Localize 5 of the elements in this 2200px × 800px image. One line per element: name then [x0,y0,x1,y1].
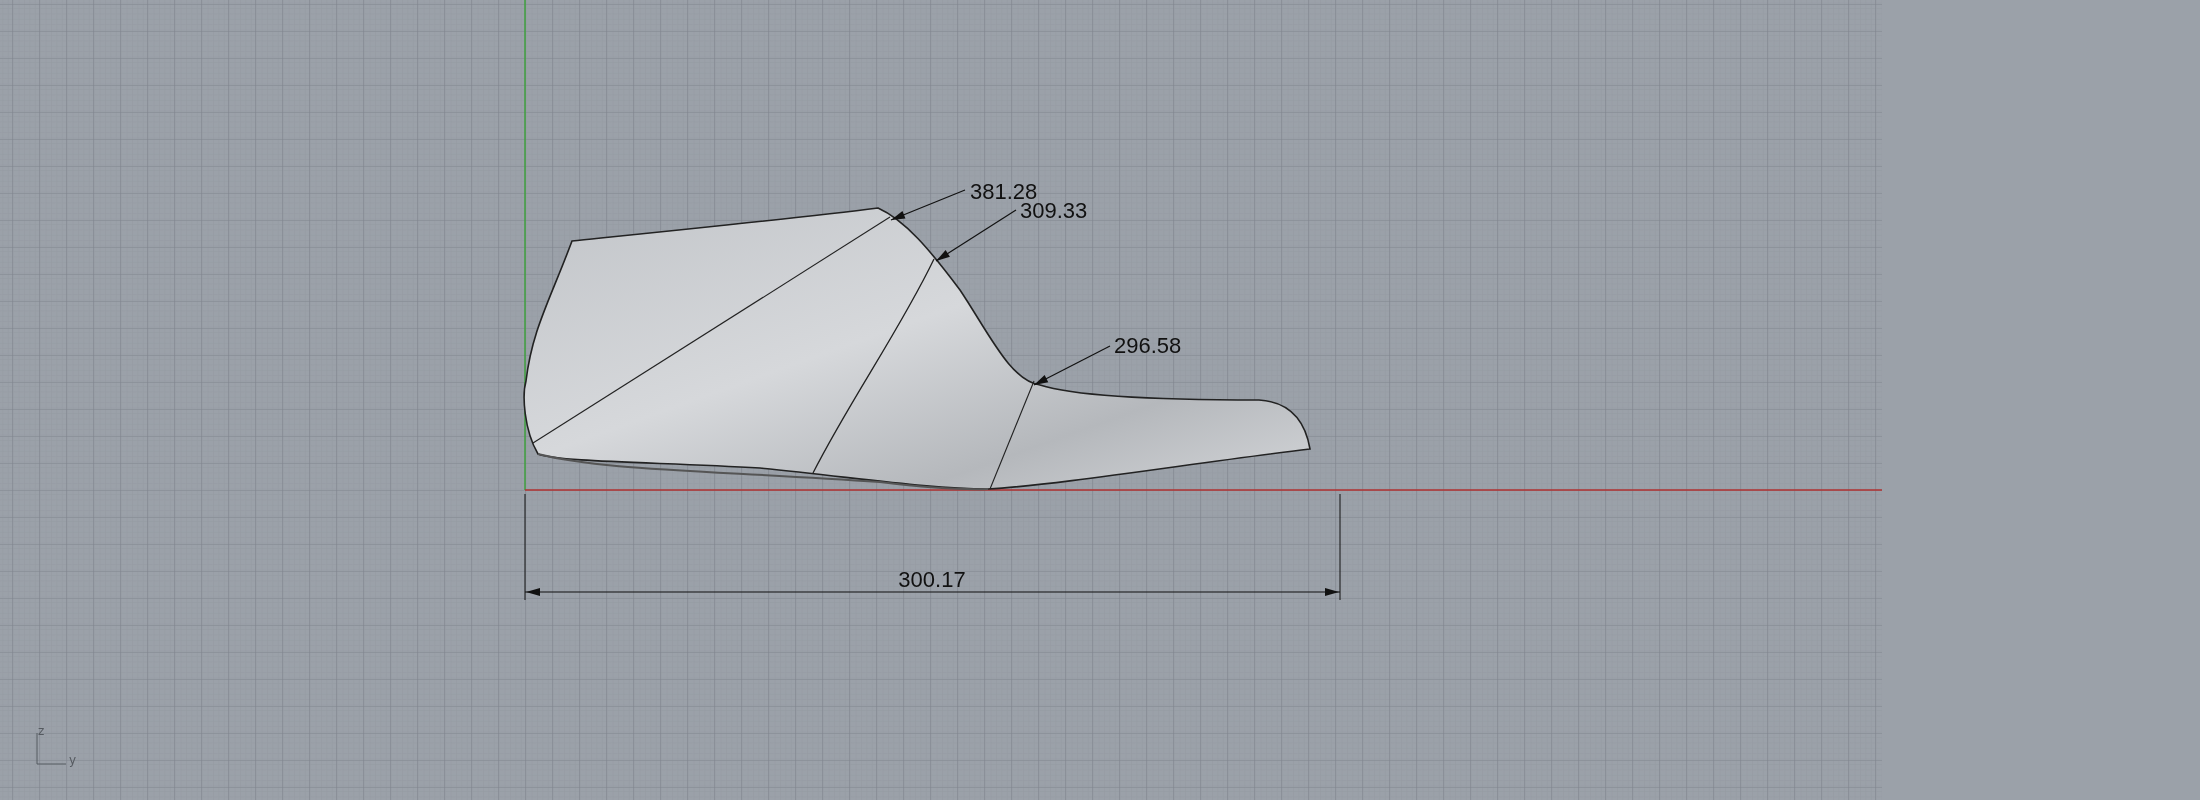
dimension-label: 300.17 [898,567,966,592]
axis-label: y [69,753,77,767]
dimension-label: 296.58 [1114,333,1182,358]
axis-label: z [38,724,45,738]
viewport[interactable]: 381.28 309.33 296.58 300.17 z y [0,0,2200,800]
